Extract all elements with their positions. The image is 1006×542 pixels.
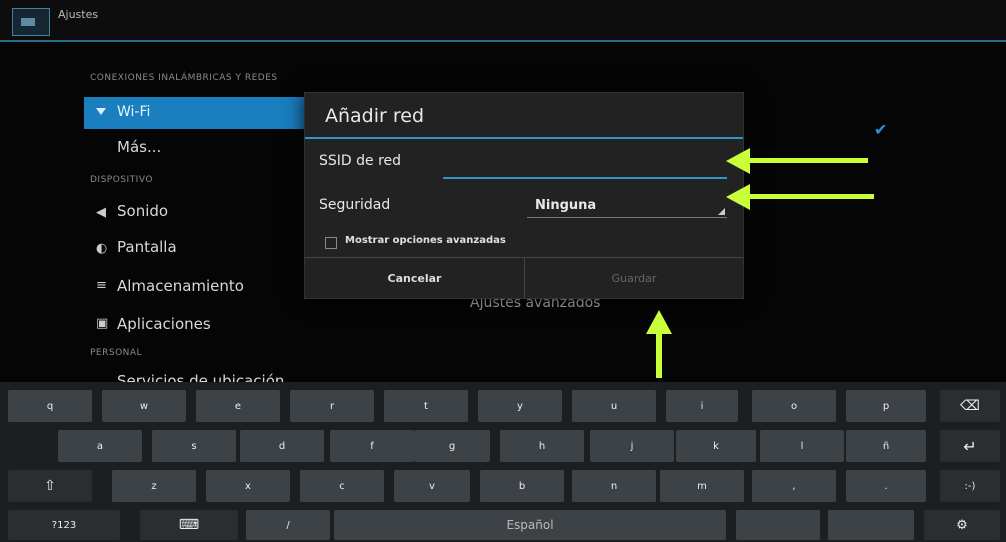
advanced-options-checkbox[interactable] xyxy=(325,237,337,249)
ssid-input[interactable] xyxy=(443,153,727,179)
key-u[interactable]: u xyxy=(572,390,656,422)
add-network-dialog: Añadir red SSID de red Seguridad Ninguna… xyxy=(304,92,744,299)
dialog-title-divider xyxy=(305,137,743,139)
key-comma[interactable]: , xyxy=(752,470,836,502)
speaker-icon: ◀ xyxy=(96,205,106,220)
app-title: Ajustes xyxy=(58,8,99,21)
cancel-button[interactable]: Cancelar xyxy=(305,258,525,299)
symbols-key[interactable]: ?123 xyxy=(8,510,120,540)
sidebar-item-pantalla[interactable]: Pantalla xyxy=(117,238,177,256)
sidebar-item-sonido[interactable]: Sonido xyxy=(117,202,168,220)
key-t[interactable]: t xyxy=(384,390,468,422)
ssid-label: SSID de red xyxy=(319,153,402,169)
action-bar: Ajustes xyxy=(0,0,1006,42)
key-o[interactable]: o xyxy=(752,390,836,422)
section-header-personal: PERSONAL xyxy=(90,348,143,358)
on-screen-keyboard: q w e r t y u i o p ⌫ a s d f g h j k l … xyxy=(0,382,1006,542)
section-header-device: DISPOSITIVO xyxy=(90,175,153,185)
key-apostrophe[interactable] xyxy=(736,510,820,540)
keyboard-settings-key[interactable]: ⌨ xyxy=(140,510,238,540)
key-i[interactable]: i xyxy=(666,390,738,422)
settings-icon: ⚙ xyxy=(956,517,968,533)
key-y[interactable]: y xyxy=(478,390,562,422)
dialog-title: Añadir red xyxy=(325,105,425,127)
sidebar-item-aplicaciones[interactable]: Aplicaciones xyxy=(117,315,211,333)
key-w[interactable]: w xyxy=(102,390,186,422)
smiley-key[interactable]: :-) xyxy=(940,470,1000,502)
key-f[interactable]: f xyxy=(330,430,414,462)
apps-icon: ▣ xyxy=(96,316,109,331)
key-b[interactable]: b xyxy=(480,470,564,502)
key-c[interactable]: c xyxy=(300,470,384,502)
key-v[interactable]: v xyxy=(394,470,470,502)
key-j[interactable]: j xyxy=(590,430,674,462)
backspace-icon: ⌫ xyxy=(960,398,980,414)
key-n[interactable]: n xyxy=(572,470,656,502)
key-q[interactable]: q xyxy=(8,390,92,422)
key-s[interactable]: s xyxy=(152,430,236,462)
key-p[interactable]: p xyxy=(846,390,926,422)
sidebar-item-mas[interactable]: Más... xyxy=(117,138,161,156)
advanced-options-label[interactable]: Mostrar opciones avanzadas xyxy=(345,235,506,246)
key-d[interactable]: d xyxy=(240,430,324,462)
save-button[interactable]: Guardar xyxy=(525,258,743,299)
section-header-wireless: CONEXIONES INALÁMBRICAS Y REDES xyxy=(90,73,278,83)
key-z[interactable]: z xyxy=(112,470,196,502)
enter-key[interactable]: ↵ xyxy=(940,430,1000,462)
key-l[interactable]: l xyxy=(760,430,844,462)
key-g[interactable]: g xyxy=(414,430,490,462)
sidebar-item-ubicacion[interactable]: Servicios de ubicación xyxy=(117,372,284,382)
wifi-icon xyxy=(96,108,106,115)
sidebar-item-wifi-label: Wi-Fi xyxy=(117,104,151,120)
enter-icon: ↵ xyxy=(963,436,977,456)
key-slash[interactable]: / xyxy=(246,510,330,540)
key-r[interactable]: r xyxy=(290,390,374,422)
space-key[interactable]: Español xyxy=(334,510,726,540)
dialog-button-bar: Cancelar Guardar xyxy=(305,257,743,299)
security-label: Seguridad xyxy=(319,197,391,213)
security-selected-value: Ninguna xyxy=(535,198,597,213)
shift-icon: ⇧ xyxy=(44,478,56,494)
keyboard-icon: ⌨ xyxy=(178,517,200,533)
security-select[interactable]: Ninguna xyxy=(527,195,727,218)
settings-key[interactable]: ⚙ xyxy=(924,510,1000,540)
brightness-icon: ◐ xyxy=(96,241,108,256)
dropdown-corner-icon xyxy=(718,208,725,215)
shift-key[interactable]: ⇧ xyxy=(8,470,92,502)
sidebar-item-almacenamiento[interactable]: Almacenamiento xyxy=(117,277,244,295)
key-enye[interactable]: ñ xyxy=(846,430,926,462)
key-e[interactable]: e xyxy=(196,390,280,422)
key-m[interactable]: m xyxy=(660,470,744,502)
settings-app-icon[interactable] xyxy=(12,8,50,36)
key-period[interactable]: . xyxy=(846,470,926,502)
key-x[interactable]: x xyxy=(206,470,290,502)
checkmark-icon: ✔ xyxy=(874,120,888,139)
storage-icon: ≡ xyxy=(96,278,107,293)
backspace-key[interactable]: ⌫ xyxy=(940,390,1000,422)
key-h[interactable]: h xyxy=(500,430,584,462)
key-a[interactable]: a xyxy=(58,430,142,462)
key-dash[interactable] xyxy=(828,510,914,540)
key-k[interactable]: k xyxy=(676,430,756,462)
section-wireless-label: CONEXIONES INALÁMBRICAS Y REDES xyxy=(90,73,278,83)
